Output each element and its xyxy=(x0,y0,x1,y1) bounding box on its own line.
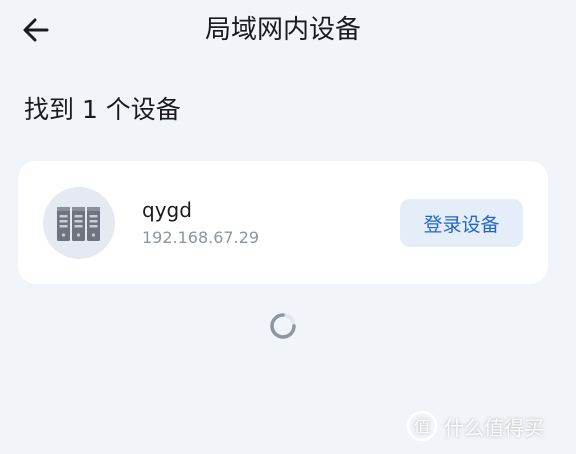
found-device-count: 找到 1 个设备 xyxy=(24,95,181,124)
device-ip-address: 192.168.67.29 xyxy=(142,228,260,247)
page-title: 局域网内设备 xyxy=(204,15,361,45)
watermark-text: 什么值得买 xyxy=(444,415,544,440)
device-avatar xyxy=(43,187,115,259)
loading-spinner-icon xyxy=(270,313,296,339)
app-header: 局域网内设备 xyxy=(0,0,576,60)
svg-text:值: 值 xyxy=(414,417,430,436)
watermark-logo-icon: 值 xyxy=(406,410,438,442)
device-name: qygd xyxy=(142,198,192,222)
watermark: 值 什么值得买 xyxy=(406,408,544,444)
server-icon xyxy=(57,207,100,241)
login-device-button[interactable]: 登录设备 xyxy=(400,199,523,247)
device-card: qygd 192.168.67.29 登录设备 xyxy=(18,161,548,284)
